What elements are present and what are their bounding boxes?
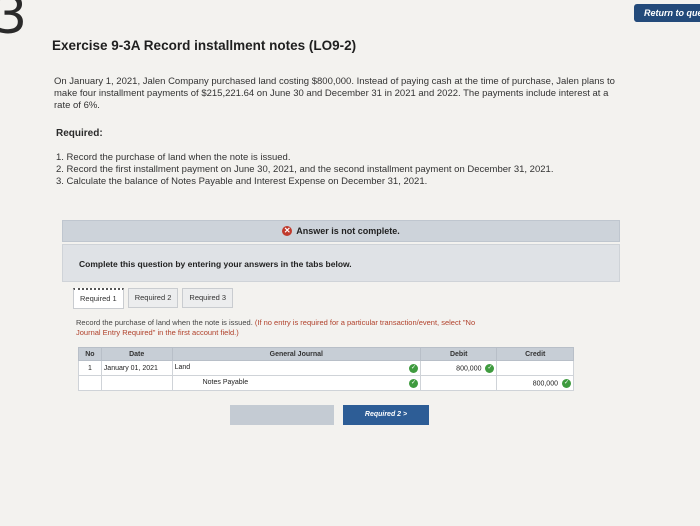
tab-instruction: Record the purchase of land when the not… [76, 318, 616, 338]
header-debit: Debit [419, 347, 498, 361]
return-to-question-button[interactable]: Return to que [634, 4, 700, 22]
check-icon: ✓ [562, 378, 571, 388]
account-select[interactable]: Land [175, 364, 191, 371]
row-no: 1 [78, 360, 102, 376]
credit-input[interactable]: 800,000 [533, 380, 558, 387]
journal-table: No Date General Journal Debit Credit 1 J… [78, 347, 574, 391]
account-cell[interactable]: Notes Payable ✓ [171, 375, 422, 391]
account-select[interactable]: Notes Payable [203, 379, 249, 386]
intro-line: rate of 6%. [54, 100, 100, 111]
credit-cell[interactable]: 800,000 ✓ [496, 375, 574, 391]
check-icon: ✓ [409, 363, 418, 373]
header-general-journal: General Journal [171, 347, 422, 361]
row-no [78, 375, 102, 391]
required-heading: Required: [56, 128, 103, 139]
tab-required-1[interactable]: Required 1 [73, 288, 124, 309]
debit-input[interactable]: 800,000 [456, 365, 481, 372]
instructions-panel: Complete this question by entering your … [62, 244, 620, 282]
instruction-note: (If no entry is required for a particula… [254, 318, 476, 327]
account-cell[interactable]: Land ✓ [171, 360, 422, 376]
answer-status-banner: ✕ Answer is not complete. [62, 220, 620, 242]
instruction-note-cont: Journal Entry Required" in the first acc… [76, 328, 239, 337]
requirement-item: 3. Calculate the balance of Notes Payabl… [56, 176, 428, 187]
intro-line: On January 1, 2021, Jalen Company purcha… [54, 76, 615, 87]
previous-tab-button[interactable] [230, 405, 334, 425]
intro-line: make four installment payments of $215,2… [54, 88, 609, 99]
table-row: Notes Payable ✓ 800,000 ✓ [78, 375, 574, 391]
page-marker: 3 [0, 0, 28, 46]
date-select[interactable] [100, 375, 173, 391]
requirements-list: 1. Record the purchase of land when the … [56, 152, 553, 188]
requirement-item: 2. Record the first installment payment … [56, 164, 554, 175]
instruction-main: Record the purchase of land when the not… [76, 318, 253, 327]
required-tabs: Required 1 Required 2 Required 3 [73, 288, 234, 309]
date-select[interactable]: January 01, 2021 [100, 360, 173, 376]
next-tab-button[interactable]: Required 2 > [343, 405, 429, 425]
tab-required-3[interactable]: Required 3 [182, 288, 234, 308]
debit-cell[interactable]: 800,000 ✓ [419, 360, 498, 376]
header-date: Date [100, 347, 173, 361]
answer-status-text: Answer is not complete. [296, 226, 400, 236]
debit-input[interactable] [419, 375, 498, 391]
problem-statement: On January 1, 2021, Jalen Company purcha… [54, 76, 674, 112]
table-row: 1 January 01, 2021 Land ✓ 800,000 ✓ [78, 360, 574, 376]
error-x-icon: ✕ [282, 226, 293, 236]
tab-required-2[interactable]: Required 2 [127, 288, 179, 308]
instructions-text: Complete this question by entering your … [79, 259, 352, 269]
check-icon: ✓ [409, 378, 418, 388]
credit-input[interactable] [496, 360, 574, 376]
header-credit: Credit [496, 347, 574, 361]
check-icon: ✓ [485, 363, 495, 373]
header-no: No [78, 347, 102, 361]
requirement-item: 1. Record the purchase of land when the … [56, 152, 291, 163]
exercise-title: Exercise 9-3A Record installment notes (… [52, 38, 357, 53]
